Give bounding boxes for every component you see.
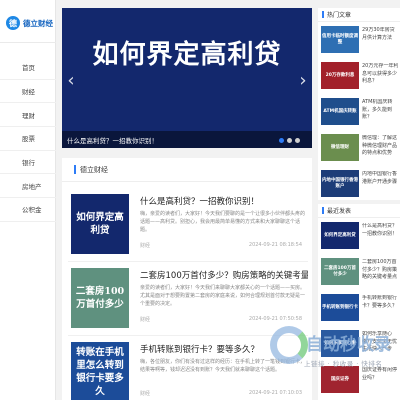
carousel-dot[interactable] xyxy=(295,138,300,143)
chevron-right-icon[interactable]: › xyxy=(296,70,310,92)
side-article-title[interactable]: 微信理：了解这种微信理财产品的特点和优势 xyxy=(362,135,399,159)
article-date: 2024-09-21 08:18:54 xyxy=(248,242,302,248)
hot-article-item[interactable]: 20万存款利息 20万元存一年利息可以获得多少利息？ xyxy=(318,58,400,94)
feed-header: 德立财经 xyxy=(62,158,312,182)
logo-text: 德立财经 xyxy=(23,18,53,28)
side-article-title[interactable]: ATM机国庆转账，多久能到账？ xyxy=(362,99,399,123)
article-thumbnail[interactable]: 二套房100万首付多少 xyxy=(71,268,129,328)
article-thumbnail[interactable]: 如何界定高利贷 xyxy=(71,194,129,254)
divider xyxy=(0,42,56,43)
carousel-dots xyxy=(279,138,300,143)
side-thumbnail[interactable]: 如何界定高利贷 xyxy=(321,222,359,249)
side-article-title[interactable]: 二套房100万首付多少？购房策略的关键考量点 xyxy=(362,259,399,283)
nav-item-wealth[interactable]: 理财 xyxy=(0,103,56,128)
article-summary: 亲爱的读者们，大家好！今天我们来聊聊大家都关心的一个话题——买房。尤其是面对于想… xyxy=(140,285,306,307)
side-article-title[interactable]: 29万30年房贷月供计算方法 xyxy=(362,27,399,51)
article-category[interactable]: 财经 xyxy=(140,242,150,249)
banner-title: 如何界定高利贷 xyxy=(92,40,282,70)
nav-item-home[interactable]: 首页 xyxy=(0,56,56,80)
article-date: 2024-09-21 07:10:03 xyxy=(248,390,302,396)
watermark-title: 自动秒收录 xyxy=(306,335,391,355)
chevron-left-icon[interactable]: ‹ xyxy=(64,70,78,92)
nav-item-bank[interactable]: 银行 xyxy=(0,151,56,175)
side-thumbnail[interactable]: 信用卡临时额度调整 xyxy=(321,26,359,53)
carousel-dot[interactable] xyxy=(279,138,284,143)
hot-article-item[interactable]: ATM机国庆转账 ATM机国庆转账，多久能到账？ xyxy=(318,94,400,130)
article-title[interactable]: 二套房100万首付多少？购房策略的关键考量点 xyxy=(140,269,308,281)
main-nav: 首页 财经 理财 股票 银行 房地产 公积金 xyxy=(0,56,56,222)
side-thumbnail[interactable]: 二套房100万首付多少 xyxy=(321,258,359,285)
side-article-title[interactable]: 手机转账到银行卡？要等多久？ xyxy=(362,295,399,319)
side-thumbnail[interactable]: 手机转账到银行卡 xyxy=(321,294,359,321)
sidebar: 德 德立财经 首页 财经 理财 股票 银行 房地产 公积金 xyxy=(0,0,56,400)
watermark-subtitle: 上链接 · 秒收录 · 快排名 xyxy=(304,360,383,368)
logo-icon: 德 xyxy=(6,16,20,30)
banner-caption[interactable]: 什么是高利贷？一招教你识别！ xyxy=(67,135,158,145)
site-logo[interactable]: 德 德立财经 xyxy=(6,16,53,30)
side-article-title[interactable]: 内地中国银行香港账户开通步骤 xyxy=(362,171,399,195)
article-category[interactable]: 财经 xyxy=(140,390,150,397)
article-card[interactable]: 如何界定高利贷 什么是高利贷？一招教你识别！ 嗨，亲爱的读者们，大家好！今天我们… xyxy=(68,188,308,262)
nav-item-finance[interactable]: 财经 xyxy=(0,80,56,104)
side-thumbnail[interactable]: 微信理财 xyxy=(321,134,359,161)
nav-item-stocks[interactable]: 股票 xyxy=(0,127,56,151)
article-thumbnail[interactable]: 转账在手机里怎么转到银行卡要多久 xyxy=(71,342,129,400)
hot-article-item[interactable]: 信用卡临时额度调整 29万30年房贷月供计算方法 xyxy=(318,22,400,58)
hot-articles-panel: 热门文章 信用卡临时额度调整 29万30年房贷月供计算方法 20万存款利息 20… xyxy=(318,8,400,200)
side-thumbnail[interactable]: 内地中国银行香港账户 xyxy=(321,170,359,197)
nav-item-real-estate[interactable]: 房地产 xyxy=(0,174,56,199)
watermark-overlay: 自动秒收录 上链接 · 秒收录 · 快排名 xyxy=(268,320,400,380)
side-article-title[interactable]: 20万元存一年利息可以获得多少利息？ xyxy=(362,63,399,87)
panel-title: 最近发表 xyxy=(318,204,400,218)
side-thumbnail[interactable]: ATM机国庆转账 xyxy=(321,98,359,125)
panel-title: 热门文章 xyxy=(318,8,400,22)
carousel-dot[interactable] xyxy=(287,138,292,143)
banner-carousel[interactable]: 如何界定高利贷 ‹ › 什么是高利贷？一招教你识别！ xyxy=(62,8,312,148)
side-thumbnail[interactable]: 20万存款利息 xyxy=(321,62,359,89)
nav-item-housing-fund[interactable]: 公积金 xyxy=(0,198,56,222)
recent-article-item[interactable]: 如何界定高利贷 什么是高利贷？一招教你识别！ xyxy=(318,218,400,254)
article-title[interactable]: 什么是高利贷？一招教你识别！ xyxy=(140,195,308,207)
hot-article-item[interactable]: 微信理财 微信理：了解这种微信理财产品的特点和优势 xyxy=(318,130,400,166)
side-article-title[interactable]: 什么是高利贷？一招教你识别！ xyxy=(362,223,399,247)
hot-article-item[interactable]: 内地中国银行香港账户 内地中国银行香港账户开通步骤 xyxy=(318,166,400,200)
recent-article-item[interactable]: 二套房100万首付多少 二套房100万首付多少？购房策略的关键考量点 xyxy=(318,254,400,290)
article-category[interactable]: 财经 xyxy=(140,316,150,323)
article-summary: 嗨，亲爱的读者们，大家好！今天我们要聊的是一个让很多小伙伴都头疼的话题——高利贷… xyxy=(140,211,306,233)
watermark-logo-icon xyxy=(270,326,308,364)
